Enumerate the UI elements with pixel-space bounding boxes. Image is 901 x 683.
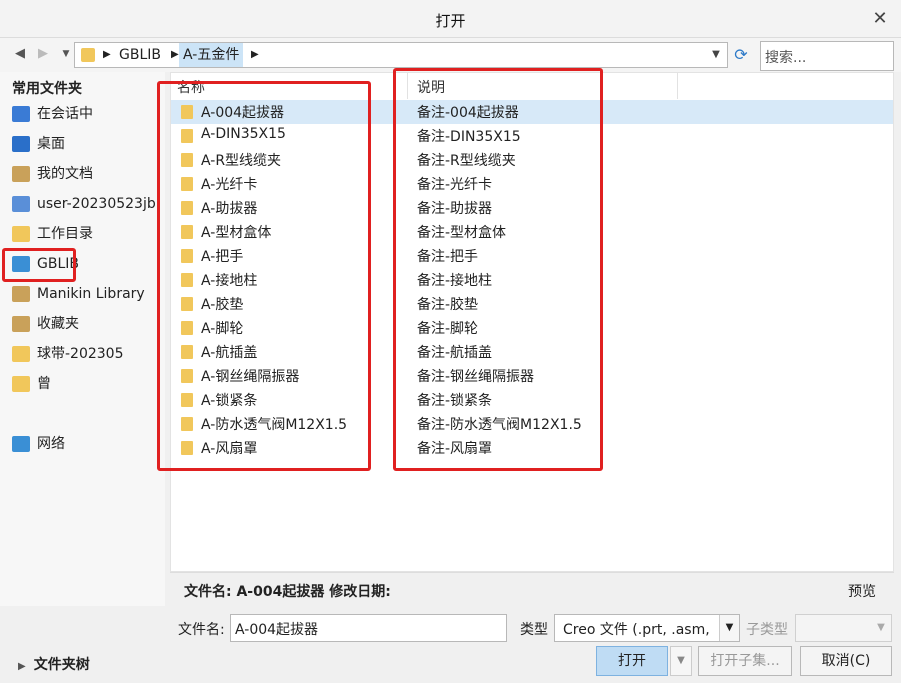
sidebar-item-label: 网络 — [37, 436, 65, 452]
filename-input[interactable]: A-004起拔器 — [230, 614, 507, 642]
folder-icon — [12, 376, 30, 392]
sidebar-item[interactable]: 在会话中 — [12, 102, 162, 126]
preview-toggle[interactable]: 预览 — [848, 581, 876, 601]
search-input[interactable]: 搜索... — [760, 41, 894, 71]
subtype-label: 子类型 — [746, 622, 788, 638]
file-info-bar: 文件名: A-004起拔器 修改日期: 预览 — [170, 572, 894, 606]
column-divider[interactable] — [677, 73, 678, 99]
type-label: 类型 — [520, 622, 548, 638]
window-title: 打开 — [435, 12, 466, 30]
history-dropdown-icon[interactable]: ▼ — [56, 44, 76, 64]
workdir-icon — [12, 226, 30, 242]
sidebar-item[interactable]: Manikin Library — [12, 282, 162, 306]
sidebar-item-label: 在会话中 — [37, 106, 93, 122]
breadcrumb-current[interactable]: A-五金件 — [179, 43, 244, 67]
file-info-text: 文件名: A-004起拔器 修改日期: — [184, 584, 391, 600]
chevron-down-icon[interactable]: ▼ — [719, 615, 739, 641]
cancel-button[interactable]: 取消(C) — [800, 646, 892, 676]
breadcrumb-separator-icon[interactable]: ▶ — [251, 43, 259, 67]
sidebar-item-label: Manikin Library — [37, 286, 145, 302]
subtype-select[interactable]: ▼ — [795, 614, 892, 642]
type-select-value: Creo 文件 (.prt, .asm, — [563, 622, 710, 638]
breadcrumb-gblib[interactable]: GBLIB — [119, 43, 161, 67]
folder-icon — [81, 48, 95, 62]
monitor-icon — [12, 106, 30, 122]
annotation-box-gblib — [2, 248, 76, 282]
sidebar-item-label: user-20230523jb — [37, 196, 156, 212]
sidebar-item-label: 曾 — [37, 376, 51, 392]
file-list[interactable]: 名称 说明 A-004起拔器 备注-004起拔器 A-DIN35X15 备注-DIN3… — [157, 68, 894, 572]
computer-icon — [12, 196, 30, 212]
filename-label: 文件名: — [178, 622, 225, 638]
sidebar-item[interactable]: 球带-202305 — [12, 342, 162, 366]
sidebar-item[interactable]: 我的文档 — [12, 162, 162, 186]
navigation-toolbar: ◀ ▶ ▼ ▶ GBLIB ▶ A-五金件 ▶ ▼ ⟳ 搜索... — [0, 38, 901, 72]
title-bar: 打开 ✕ — [0, 0, 901, 38]
annotation-box-descriptions — [393, 68, 603, 471]
network-icon — [12, 436, 30, 452]
sidebar-item[interactable]: 网络 — [12, 432, 162, 456]
back-icon[interactable]: ◀ — [10, 44, 30, 64]
folder-tree-label: 文件夹树 — [33, 657, 90, 673]
path-dropdown-icon[interactable]: ▼ — [707, 43, 725, 67]
favorites-icon — [12, 316, 30, 332]
desktop-icon — [12, 136, 30, 152]
refresh-icon[interactable]: ⟳ — [730, 42, 752, 68]
sidebar: 常用文件夹 在会话中 桌面 我的文档 user-20230523jb 工作目录 GBLIB… — [0, 72, 165, 642]
type-select[interactable]: Creo 文件 (.prt, .asm, ▼ — [554, 614, 740, 642]
annotation-box-names — [157, 81, 371, 471]
open-button[interactable]: 打开 — [596, 646, 668, 676]
open-options-dropdown-icon[interactable]: ▼ — [670, 646, 692, 676]
sidebar-item-label: 球带-202305 — [37, 346, 124, 362]
forward-icon[interactable]: ▶ — [33, 44, 53, 64]
breadcrumb-separator-icon[interactable]: ▶ — [103, 43, 111, 67]
breadcrumb-separator-icon[interactable]: ▶ — [171, 43, 179, 67]
expand-triangle-icon: ▶ — [18, 661, 26, 672]
documents-icon — [12, 166, 30, 182]
close-icon[interactable]: ✕ — [869, 8, 891, 30]
path-bar[interactable]: ▶ GBLIB ▶ A-五金件 ▶ ▼ — [74, 42, 728, 68]
folder-tree-toggle[interactable]: ▶ 文件夹树 — [18, 654, 90, 674]
sidebar-item-label: 我的文档 — [37, 166, 93, 182]
sidebar-item[interactable]: 曾 — [12, 372, 162, 396]
sidebar-item[interactable]: 收藏夹 — [12, 312, 162, 336]
sidebar-item-label: 桌面 — [37, 136, 65, 152]
sidebar-item-label: 工作目录 — [37, 226, 93, 242]
sidebar-item-label: 收藏夹 — [37, 316, 79, 332]
open-subset-button[interactable]: 打开子集... — [698, 646, 792, 676]
bottom-controls: 文件名: A-004起拔器 类型 Creo 文件 (.prt, .asm, ▼ … — [0, 606, 901, 683]
chevron-down-icon[interactable]: ▼ — [871, 615, 891, 641]
sidebar-item[interactable]: 桌面 — [12, 132, 162, 156]
sidebar-item[interactable]: 工作目录 — [12, 222, 162, 246]
sidebar-header: 常用文件夹 — [12, 81, 82, 97]
manikin-library-icon — [12, 286, 30, 302]
sidebar-item[interactable]: user-20230523jb — [12, 192, 162, 216]
folder-icon — [12, 346, 30, 362]
